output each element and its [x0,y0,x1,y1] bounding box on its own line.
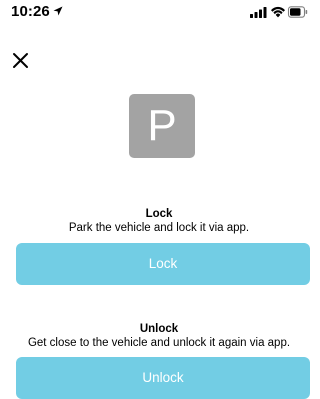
location-arrow-icon [53,6,63,16]
status-bar: 10:26 [0,0,318,26]
wifi-icon [271,6,285,18]
unlock-description: Get close to the vehicle and unlock it a… [27,337,291,349]
battery-icon [287,6,308,18]
unlock-title: Unlock [139,323,179,335]
status-icons [250,6,308,18]
close-icon [13,53,28,68]
status-time-text: 10:26 [11,3,50,20]
unlock-button-label: Unlock [142,370,184,385]
signal-bars-icon [250,7,267,18]
parking-symbol: P [147,101,177,150]
lock-button[interactable]: Lock [16,243,310,285]
status-time: 10:26 [11,3,63,21]
unlock-button[interactable]: Unlock [16,357,310,399]
close-button[interactable] [11,51,31,71]
lock-title: Lock [145,208,173,220]
parking-icon: P [129,94,195,158]
lock-description: Park the vehicle and lock it via app. [68,222,250,234]
lock-button-label: Lock [148,256,178,271]
